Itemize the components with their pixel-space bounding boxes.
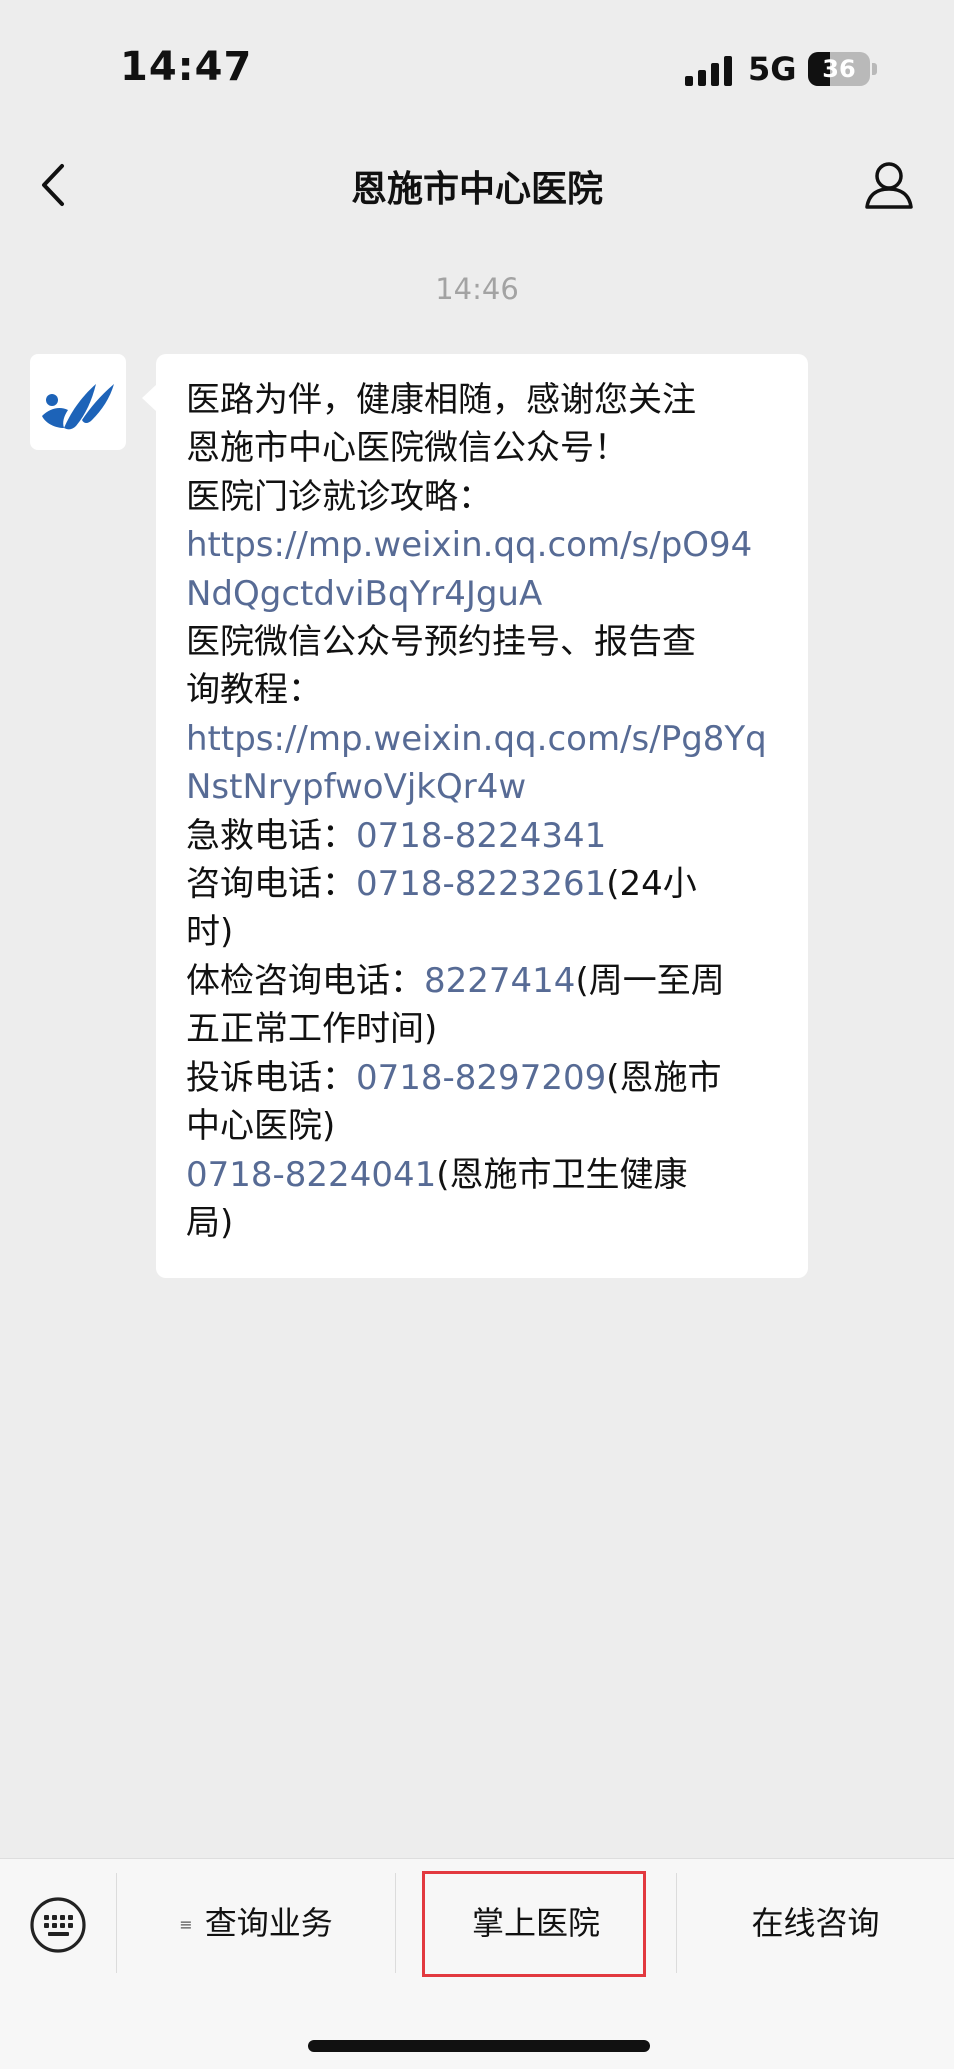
battery-icon: 36 — [808, 52, 870, 86]
message-text-segment: (恩施市卫生健康 — [436, 1154, 688, 1195]
profile-icon[interactable] — [862, 160, 916, 210]
message-text-segment: 中心医院) — [186, 1106, 336, 1147]
message-link[interactable]: 0718-8297209 — [356, 1058, 606, 1098]
message-text-segment: 体检咨询电话： — [186, 960, 424, 1001]
menu-item-online-consult[interactable]: 在线咨询 — [677, 1873, 954, 1973]
menu-item-mobile-hospital[interactable]: 掌上医院 — [396, 1873, 676, 1973]
message-line: 询教程： — [186, 666, 784, 714]
message-line: https://mp.weixin.qq.com/s/pO94 — [186, 521, 784, 569]
message-text-segment: 时) — [186, 912, 234, 953]
message-line: 医院微信公众号预约挂号、报告查 — [186, 618, 784, 666]
message-line: 投诉电话：0718-8297209(恩施市 — [186, 1054, 784, 1102]
message-line: https://mp.weixin.qq.com/s/Pg8Yq — [186, 715, 784, 763]
message-line: 恩施市中心医院微信公众号！ — [186, 424, 784, 472]
message-text-segment: 恩施市中心医院微信公众号！ — [186, 428, 628, 469]
message-line: 医院门诊就诊攻略： — [186, 473, 784, 521]
message-line: 咨询电话：0718-8223261(24小 — [186, 860, 784, 908]
message-line: 急救电话：0718-8224341 — [186, 812, 784, 860]
message-text-segment: 医路为伴，健康相随，感谢您关注 — [186, 380, 696, 420]
message-text-segment: 五正常工作时间) — [186, 1009, 438, 1050]
message-link[interactable]: 8227414 — [424, 961, 575, 1001]
hospital-logo-icon — [42, 384, 114, 430]
message-timestamp: 14:46 — [435, 272, 519, 306]
battery-cap — [872, 63, 877, 75]
message-text: 医路为伴，健康相随，感谢您关注 恩施市中心医院微信公众号！ 医院门诊就诊攻略： htt… — [186, 376, 784, 1247]
message-text-segment: (恩施市 — [606, 1057, 722, 1098]
menu-item-query-services[interactable]: ≡ 查询业务 — [117, 1873, 395, 1973]
message-text-segment: 局) — [186, 1202, 234, 1243]
message-line: 五正常工作时间) — [186, 1005, 784, 1053]
page-title: 恩施市中心医院 — [350, 169, 603, 210]
submenu-icon: ≡ — [179, 1915, 193, 1934]
network-type: 5G — [748, 50, 797, 88]
message-text-segment: (周一至周 — [575, 960, 725, 1001]
status-bar: 14:47 5G 36 — [0, 0, 954, 140]
hospital-avatar[interactable] — [30, 354, 126, 450]
message-link[interactable]: NstNrypfwoVjkQr4w — [186, 767, 526, 807]
message-link[interactable]: 0718-8223261 — [356, 864, 606, 904]
message-text-segment: (24小 — [606, 864, 697, 905]
message-line: NdQgctdviBqYr4JguA — [186, 570, 784, 618]
bubble-tail — [142, 384, 157, 412]
message-text-segment: 询教程： — [186, 670, 322, 711]
bottom-menu-bar: ≡ 查询业务 掌上医院 在线咨询 — [0, 1858, 954, 2069]
message-link[interactable]: https://mp.weixin.qq.com/s/Pg8Yq — [186, 719, 767, 759]
message-bubble: 医路为伴，健康相随，感谢您关注 恩施市中心医院微信公众号！ 医院门诊就诊攻略： htt… — [142, 354, 808, 1278]
message-link[interactable]: NdQgctdviBqYr4JguA — [186, 574, 542, 614]
message-line: 局) — [186, 1199, 784, 1247]
message-link[interactable]: 0718-8224341 — [356, 816, 606, 856]
menu-item-label: 掌上医院 — [471, 1904, 600, 1942]
message-text-segment: 急救电话： — [186, 815, 356, 856]
message-link[interactable]: 0718-8224041 — [186, 1155, 436, 1195]
status-time: 14:47 — [120, 44, 253, 90]
menu-item-label: 查询业务 — [204, 1904, 333, 1942]
keyboard-toggle-icon[interactable] — [28, 1895, 88, 1955]
home-indicator[interactable] — [308, 2040, 650, 2052]
message-line: 医路为伴，健康相随，感谢您关注 — [186, 376, 784, 424]
message-text-segment: 咨询电话： — [186, 864, 356, 905]
nav-bar: 恩施市中心医院 — [0, 140, 954, 230]
message-text-segment: 医院门诊就诊攻略： — [186, 476, 492, 517]
message-line: 时) — [186, 908, 784, 956]
message-text-segment: 投诉电话： — [186, 1057, 356, 1098]
message-line: NstNrypfwoVjkQr4w — [186, 763, 784, 811]
message-line: 体检咨询电话：8227414(周一至周 — [186, 957, 784, 1005]
signal-icon — [685, 56, 732, 86]
battery-level: 36 — [822, 55, 856, 83]
message-link[interactable]: https://mp.weixin.qq.com/s/pO94 — [186, 525, 752, 565]
message-text-segment: 医院微信公众号预约挂号、报告查 — [186, 622, 696, 663]
message-line: 中心医院) — [186, 1102, 784, 1150]
menu-item-label: 在线咨询 — [751, 1904, 880, 1942]
message-line: 0718-8224041(恩施市卫生健康 — [186, 1151, 784, 1199]
